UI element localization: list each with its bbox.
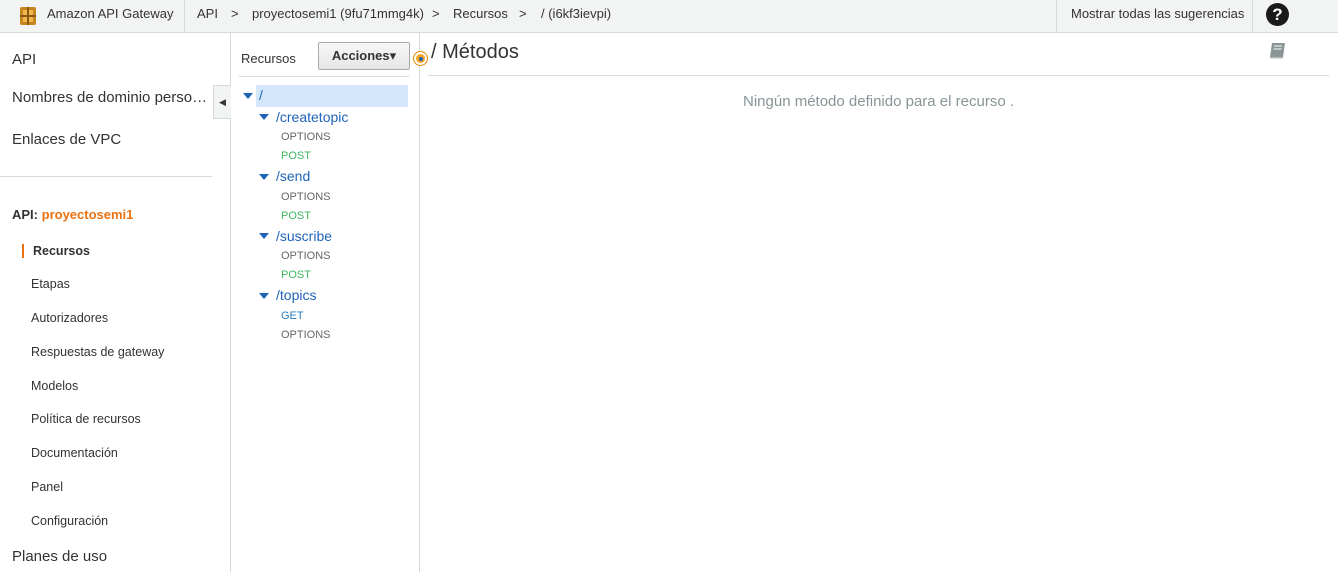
chevron-left-icon: ◀	[219, 97, 226, 107]
nav-item-resources[interactable]: Recursos	[33, 244, 90, 258]
top-navigation-bar: Amazon API Gateway API > proyectosemi1 (…	[0, 0, 1338, 33]
method-options[interactable]: OPTIONS	[281, 329, 331, 341]
breadcrumb-separator: >	[519, 6, 527, 21]
breadcrumb-resources[interactable]: Recursos	[453, 0, 508, 33]
nav-item-usage-plans[interactable]: Planes de uso	[12, 548, 107, 565]
resource-suscribe[interactable]: /suscribe	[276, 228, 332, 244]
title-divider	[428, 75, 1329, 76]
resource-send[interactable]: /send	[276, 168, 310, 184]
method-options[interactable]: OPTIONS	[281, 250, 331, 262]
nav-item-vpc-links[interactable]: Enlaces de VPC	[12, 131, 121, 148]
panel-splitter-handle[interactable]	[414, 52, 427, 65]
caret-down-icon[interactable]	[259, 233, 269, 239]
nav-item-documentation[interactable]: Documentación	[31, 446, 118, 460]
method-get[interactable]: GET	[281, 310, 304, 322]
nav-item-api[interactable]: API	[12, 51, 36, 68]
nav-item-models[interactable]: Modelos	[31, 379, 78, 393]
current-api-heading: API: proyectosemi1	[12, 207, 133, 222]
nav-item-resource-policy[interactable]: Política de recursos	[31, 412, 141, 426]
nav-item-stages[interactable]: Etapas	[31, 277, 70, 291]
nav-item-custom-domains[interactable]: Nombres de dominio perso…	[12, 89, 207, 106]
page-title: / Métodos	[431, 41, 519, 63]
tree-row-selected[interactable]	[256, 85, 408, 107]
method-post[interactable]: POST	[281, 150, 311, 162]
method-options[interactable]: OPTIONS	[281, 191, 331, 203]
breadcrumb-separator: >	[432, 6, 440, 21]
breadcrumb-api-name[interactable]: proyectosemi1 (9fu71mmg4k)	[252, 0, 424, 33]
api-label: API:	[12, 207, 38, 222]
nav-item-gateway-responses[interactable]: Respuestas de gateway	[31, 345, 164, 359]
panel-divider	[239, 76, 409, 77]
resource-createtopic[interactable]: /createtopic	[276, 109, 348, 125]
divider	[184, 0, 185, 33]
resource-root[interactable]: /	[259, 87, 263, 103]
caret-down-icon[interactable]	[243, 93, 253, 99]
method-post[interactable]: POST	[281, 210, 311, 222]
nav-item-dashboard[interactable]: Panel	[31, 480, 63, 494]
resource-topics[interactable]: /topics	[276, 287, 316, 303]
active-indicator	[22, 244, 24, 258]
help-icon[interactable]: ?	[1266, 3, 1289, 26]
caret-down-icon[interactable]	[259, 174, 269, 180]
divider	[1252, 0, 1253, 33]
book-icon[interactable]	[1268, 42, 1287, 59]
service-name-link[interactable]: Amazon API Gateway	[47, 0, 173, 33]
api-name-link[interactable]: proyectosemi1	[42, 207, 134, 222]
divider	[1056, 0, 1057, 33]
show-suggestions-button[interactable]: Mostrar todas las sugerencias	[1071, 0, 1244, 33]
breadcrumb-api[interactable]: API	[197, 0, 218, 33]
nav-item-authorizers[interactable]: Autorizadores	[31, 311, 108, 325]
nav-item-settings[interactable]: Configuración	[31, 514, 108, 528]
breadcrumb-separator: >	[231, 6, 239, 21]
nav-divider	[0, 176, 212, 177]
actions-dropdown-button[interactable]: Acciones▾	[318, 42, 410, 70]
method-options[interactable]: OPTIONS	[281, 131, 331, 143]
breadcrumb-current: / (i6kf3ievpi)	[541, 6, 612, 21]
method-post[interactable]: POST	[281, 269, 311, 281]
resources-panel: Recursos Acciones▾ / /createtopic OPTION…	[231, 33, 420, 572]
left-navigation: API Nombres de dominio perso… Enlaces de…	[0, 33, 231, 572]
caret-down-icon[interactable]	[259, 114, 269, 120]
caret-down-icon[interactable]	[259, 293, 269, 299]
api-gateway-logo-icon[interactable]	[17, 5, 39, 27]
empty-methods-message: Ningún método definido para el recurso .	[743, 93, 1014, 110]
collapse-sidebar-button[interactable]: ◀	[213, 85, 231, 119]
resources-panel-title: Recursos	[241, 51, 296, 66]
